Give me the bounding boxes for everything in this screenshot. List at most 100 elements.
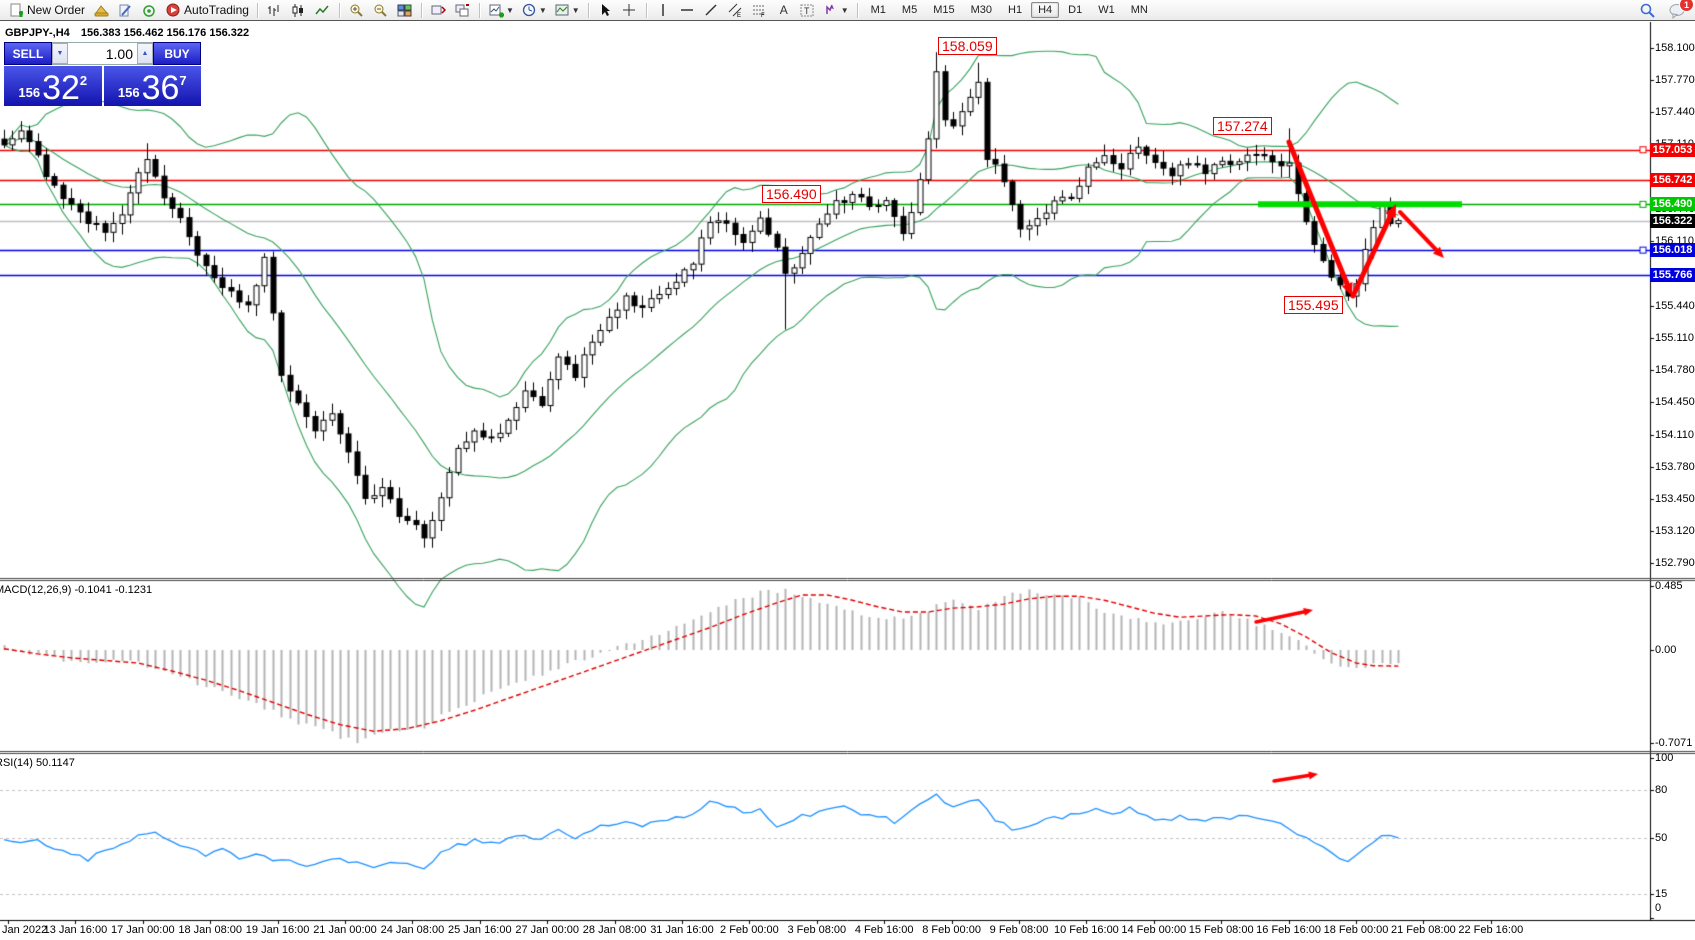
metaeditor-icon — [117, 3, 133, 18]
time-axis-label: 21 Feb 08:00 — [1391, 924, 1456, 936]
timeframe-button-m30[interactable]: M30 — [964, 2, 999, 18]
time-axis-label: 2 Feb 00:00 — [720, 924, 779, 936]
toolbar-separator — [421, 3, 423, 18]
volume-input[interactable] — [68, 43, 137, 64]
crosshair-button[interactable] — [618, 0, 642, 21]
buy-price-prefix: 156 — [118, 85, 140, 100]
time-axis-label: 19 Jan 16:00 — [246, 924, 310, 936]
timeframe-button-w1[interactable]: W1 — [1091, 2, 1122, 18]
price-annotation-155.495[interactable]: 155.495 — [1284, 296, 1343, 314]
price-annotation-158.059[interactable]: 158.059 — [938, 37, 997, 55]
time-axis-label: 13 Jan 16:00 — [44, 924, 108, 936]
rsi-indicator-label: RSI(14) 50.1147 — [0, 757, 75, 769]
volume-increase-button[interactable]: ▲ — [137, 43, 153, 64]
arrange-windows-button[interactable] — [427, 0, 451, 21]
time-axis-label: 4 Feb 16:00 — [855, 924, 914, 936]
clock-icon — [522, 3, 538, 18]
trendline-icon — [704, 3, 720, 18]
bar-chart-button[interactable] — [263, 0, 287, 21]
text-tool-button[interactable]: A — [772, 0, 796, 21]
horizontal-line-tool-button[interactable] — [676, 0, 700, 21]
timeframe-button-m15[interactable]: M15 — [926, 2, 961, 18]
new-chart-button[interactable]: ▼ — [485, 0, 518, 21]
signals-icon — [141, 3, 157, 18]
symbol-header: GBPJPY-,H4 156.383 156.462 156.176 156.3… — [5, 27, 249, 39]
one-click-trading-widget: SELL ▼ ▲ BUY 156 32 2 156 36 7 — [4, 42, 201, 106]
notifications-button[interactable]: 1 — [1665, 0, 1689, 21]
timeframe-button-d1[interactable]: D1 — [1061, 2, 1089, 18]
price-axis-tick: 154.780 — [1655, 364, 1695, 376]
cascade-windows-button[interactable] — [451, 0, 475, 21]
sell-button[interactable]: SELL — [4, 42, 52, 65]
line-chart-button[interactable] — [311, 0, 335, 21]
equidistant-channel-button[interactable]: E — [724, 0, 748, 21]
new-order-icon — [8, 3, 24, 18]
time-axis-label: 3 Feb 08:00 — [787, 924, 846, 936]
fibonacci-tool-button[interactable]: F — [748, 0, 772, 21]
autotrading-button[interactable]: AutoTrading — [161, 0, 253, 21]
volume-box: ▼ ▲ — [52, 42, 153, 65]
metaeditor-button[interactable] — [113, 0, 137, 21]
vertical-line-icon — [656, 3, 672, 18]
chart-template-icon — [555, 3, 571, 18]
expert-advisors-icon — [93, 3, 109, 18]
period-selector-button[interactable]: ▼ — [518, 0, 551, 21]
price-axis-tick: 154.110 — [1655, 429, 1694, 441]
search-icon — [1639, 3, 1655, 18]
search-button[interactable] — [1635, 0, 1659, 21]
chart-canvas[interactable] — [0, 0, 1695, 940]
timeframe-button-mn[interactable]: MN — [1124, 2, 1155, 18]
sell-price-prefix: 156 — [18, 85, 40, 100]
price-badge-157.053: 157.053 — [1650, 143, 1695, 157]
new-order-label: New Order — [27, 3, 85, 17]
timeframe-button-m5[interactable]: M5 — [895, 2, 924, 18]
chart-template-button[interactable]: ▼ — [551, 0, 584, 21]
signals-button[interactable] — [137, 0, 161, 21]
expert-advisors-button[interactable] — [89, 0, 113, 21]
main-toolbar: New Order AutoTradin — [0, 0, 1695, 21]
text-label-tool-button[interactable]: T — [796, 0, 820, 21]
vertical-line-tool-button[interactable] — [652, 0, 676, 21]
arrow-tools-icon — [824, 3, 840, 18]
time-axis-label: Jan 2022 — [2, 924, 47, 936]
arrange-windows-icon — [431, 3, 447, 18]
price-axis-tick: 153.450 — [1655, 493, 1695, 505]
toolbar-separator — [339, 3, 341, 18]
zoom-in-button[interactable] — [345, 0, 369, 21]
trendline-tool-button[interactable] — [700, 0, 724, 21]
chevron-down-icon: ▼ — [539, 6, 547, 15]
chevron-down-icon: ▼ — [572, 6, 580, 15]
price-axis-tick: 153.780 — [1655, 461, 1695, 473]
chevron-down-icon: ▼ — [506, 6, 514, 15]
timeframe-button-h1[interactable]: H1 — [1001, 2, 1029, 18]
price-axis-tick: 155.440 — [1655, 300, 1695, 312]
cursor-button[interactable] — [594, 0, 618, 21]
time-axis-label: 31 Jan 16:00 — [650, 924, 714, 936]
price-axis-tick: 152.790 — [1655, 557, 1695, 569]
time-axis-label: 17 Jan 00:00 — [111, 924, 175, 936]
time-axis-label: 8 Feb 00:00 — [922, 924, 981, 936]
tile-windows-button[interactable] — [393, 0, 417, 21]
zoom-out-button[interactable] — [369, 0, 393, 21]
buy-price-panel[interactable]: 156 36 7 — [104, 66, 202, 106]
ohlc-values: 156.383 156.462 156.176 156.322 — [81, 27, 249, 39]
cascade-windows-icon — [455, 3, 471, 18]
time-axis-label: 15 Feb 08:00 — [1189, 924, 1254, 936]
timeframe-button-m1[interactable]: M1 — [864, 2, 893, 18]
volume-decrease-button[interactable]: ▼ — [52, 43, 68, 64]
price-axis-tick: 155.110 — [1655, 332, 1694, 344]
candlestick-chart-button[interactable] — [287, 0, 311, 21]
macd-axis-tick: 0.485 — [1655, 580, 1683, 592]
new-order-button[interactable]: New Order — [4, 0, 89, 21]
timeframe-button-h4[interactable]: H4 — [1031, 2, 1059, 18]
price-annotation-156.490[interactable]: 156.490 — [762, 185, 821, 203]
price-annotation-157.274[interactable]: 157.274 — [1213, 117, 1272, 135]
candlestick-chart-icon — [291, 3, 307, 18]
buy-button[interactable]: BUY — [153, 42, 201, 65]
chevron-down-icon: ▼ — [841, 6, 849, 15]
sell-price-panel[interactable]: 156 32 2 — [4, 66, 102, 106]
arrow-tools-button[interactable]: ▼ — [820, 0, 853, 21]
rsi-axis-tick: 15 — [1655, 888, 1667, 900]
time-axis-label: 24 Jan 08:00 — [381, 924, 445, 936]
price-axis-tick: 154.450 — [1655, 396, 1695, 408]
